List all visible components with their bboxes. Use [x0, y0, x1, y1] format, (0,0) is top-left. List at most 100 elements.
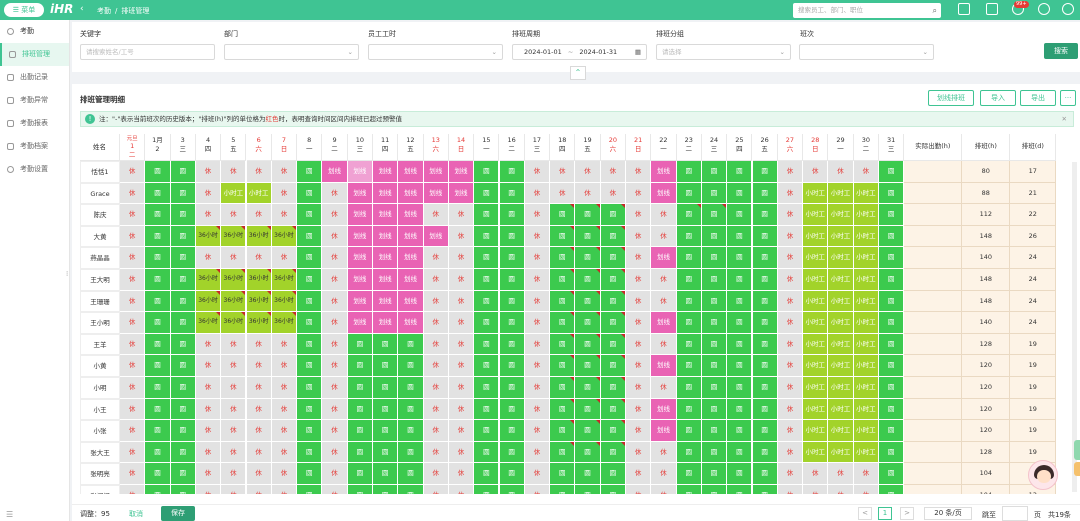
shift-cell[interactable]: 圆 — [727, 355, 753, 377]
line-cell[interactable]: 划线 — [373, 182, 399, 205]
shift-cell[interactable]: 圆 — [575, 312, 601, 334]
shift-cell[interactable]: 圆 — [701, 355, 728, 377]
shift-cell[interactable]: 圆 — [600, 333, 626, 356]
import-button[interactable]: 导入 — [980, 90, 1016, 106]
shift-cell[interactable]: 圆 — [575, 485, 601, 494]
hourly-cell[interactable]: 小时工 — [828, 312, 854, 334]
rest-cell[interactable]: 休 — [195, 441, 222, 464]
shift-cell[interactable]: 圆 — [752, 398, 778, 421]
rest-cell[interactable]: 休 — [120, 161, 146, 183]
rest-cell[interactable]: 休 — [777, 355, 804, 377]
shift-cell[interactable]: 圆 — [727, 247, 753, 269]
sidebar-item-settings[interactable]: 考勤设置 — [0, 158, 69, 181]
shift-cell[interactable]: 圆 — [676, 463, 702, 485]
shift-cell[interactable]: 圆 — [701, 333, 728, 356]
rest-cell[interactable]: 休 — [803, 463, 829, 485]
shift-cell[interactable]: 圆 — [474, 290, 500, 313]
shift-cell[interactable]: 圆 — [600, 420, 626, 442]
rest-cell[interactable]: 休 — [195, 398, 222, 421]
shift-cell[interactable]: 圆 — [676, 290, 702, 313]
rest-cell[interactable]: 休 — [423, 312, 449, 334]
shift-cell[interactable]: 圆 — [145, 398, 171, 421]
rest-cell[interactable]: 休 — [271, 485, 298, 494]
rest-cell[interactable]: 休 — [221, 485, 247, 494]
hours-cell[interactable]: 36小时 — [246, 225, 272, 248]
side-drawer-tab[interactable] — [1074, 440, 1080, 460]
shift-cell[interactable]: 圆 — [600, 441, 626, 464]
shift-cell[interactable]: 圆 — [727, 398, 753, 421]
rest-cell[interactable]: 休 — [777, 420, 804, 442]
hourly-cell[interactable]: 小时工 — [853, 441, 879, 464]
rest-cell[interactable]: 休 — [423, 485, 449, 494]
rest-cell[interactable]: 休 — [246, 485, 272, 494]
hourly-cell[interactable]: 小时工 — [853, 182, 879, 205]
employee-name[interactable]: 王大明 — [80, 269, 120, 291]
line-cell[interactable]: 划线 — [347, 204, 373, 226]
rest-cell[interactable]: 休 — [120, 290, 146, 313]
rest-cell[interactable]: 休 — [524, 312, 551, 334]
shift-cell[interactable]: 圆 — [373, 377, 399, 399]
rest-cell[interactable]: 休 — [828, 161, 854, 183]
shift-cell[interactable]: 圆 — [676, 269, 702, 291]
rest-cell[interactable]: 休 — [120, 247, 146, 269]
shift-cell[interactable]: 圆 — [347, 377, 373, 399]
shift-cell[interactable]: 圆 — [727, 485, 753, 494]
shift-cell[interactable]: 圆 — [600, 269, 626, 291]
shift-cell[interactable]: 圆 — [170, 290, 196, 313]
rest-cell[interactable]: 休 — [120, 182, 146, 205]
rest-cell[interactable]: 休 — [271, 247, 298, 269]
sidebar-title[interactable]: 考勤 — [0, 20, 69, 43]
shift-cell[interactable]: 圆 — [727, 463, 753, 485]
rest-cell[interactable]: 休 — [246, 377, 272, 399]
rest-cell[interactable]: 休 — [626, 485, 652, 494]
shift-cell[interactable]: 圆 — [701, 269, 728, 291]
rest-cell[interactable]: 休 — [575, 161, 601, 183]
next-page-button[interactable]: > — [900, 507, 914, 520]
shift-cell[interactable]: 圆 — [752, 290, 778, 313]
shift-cell[interactable]: 圆 — [752, 247, 778, 269]
rest-cell[interactable]: 休 — [221, 333, 247, 356]
rest-cell[interactable]: 休 — [120, 312, 146, 334]
line-cell[interactable]: 划线 — [347, 161, 373, 183]
column-header-day[interactable]: 元旦 1 二 — [120, 134, 146, 161]
shift-cell[interactable]: 圆 — [145, 485, 171, 494]
shift-cell[interactable]: 圆 — [550, 420, 576, 442]
rest-cell[interactable]: 休 — [195, 355, 222, 377]
rest-cell[interactable]: 休 — [626, 420, 652, 442]
shift-cell[interactable]: 圆 — [676, 182, 702, 205]
shift-cell[interactable]: 圆 — [727, 420, 753, 442]
rest-cell[interactable]: 休 — [777, 290, 804, 313]
column-header-day[interactable]: 6六 — [246, 134, 272, 161]
shift-cell[interactable]: 圆 — [499, 463, 525, 485]
column-header-day[interactable]: 21 日 — [626, 134, 652, 161]
rest-cell[interactable]: 休 — [524, 204, 551, 226]
rest-cell[interactable]: 休 — [195, 377, 222, 399]
shift-cell[interactable]: 圆 — [600, 377, 626, 399]
hourly-cell[interactable]: 小时工 — [803, 225, 829, 248]
shift-cell[interactable]: 圆 — [398, 441, 424, 464]
shift-cell[interactable]: 圆 — [170, 269, 196, 291]
shift-cell[interactable]: 圆 — [170, 333, 196, 356]
rest-cell[interactable]: 休 — [195, 204, 222, 226]
rest-cell[interactable]: 休 — [221, 204, 247, 226]
rest-cell[interactable]: 休 — [550, 161, 576, 183]
hourly-cell[interactable]: 小时工 — [828, 247, 854, 269]
shift-cell[interactable]: 圆 — [676, 420, 702, 442]
shift-cell[interactable]: 圆 — [474, 225, 500, 248]
line-cell[interactable]: 划线 — [448, 161, 475, 183]
shift-cell[interactable]: 圆 — [297, 333, 323, 356]
rest-cell[interactable]: 休 — [626, 290, 652, 313]
hours-cell[interactable]: 36小时 — [221, 225, 247, 248]
rest-cell[interactable]: 休 — [423, 463, 449, 485]
line-cell[interactable]: 划线 — [398, 204, 424, 226]
line-cell[interactable]: 划线 — [651, 312, 677, 334]
shift-select[interactable]: ⌄ — [799, 44, 934, 60]
rest-cell[interactable]: 休 — [777, 485, 804, 494]
shift-cell[interactable]: 圆 — [600, 463, 626, 485]
rest-cell[interactable]: 休 — [651, 333, 677, 356]
shift-cell[interactable]: 圆 — [727, 333, 753, 356]
column-header-day[interactable]: 9二 — [322, 134, 348, 161]
rest-cell[interactable]: 休 — [221, 420, 247, 442]
hourly-cell[interactable]: 小时工 — [828, 204, 854, 226]
rest-cell[interactable]: 休 — [777, 161, 804, 183]
